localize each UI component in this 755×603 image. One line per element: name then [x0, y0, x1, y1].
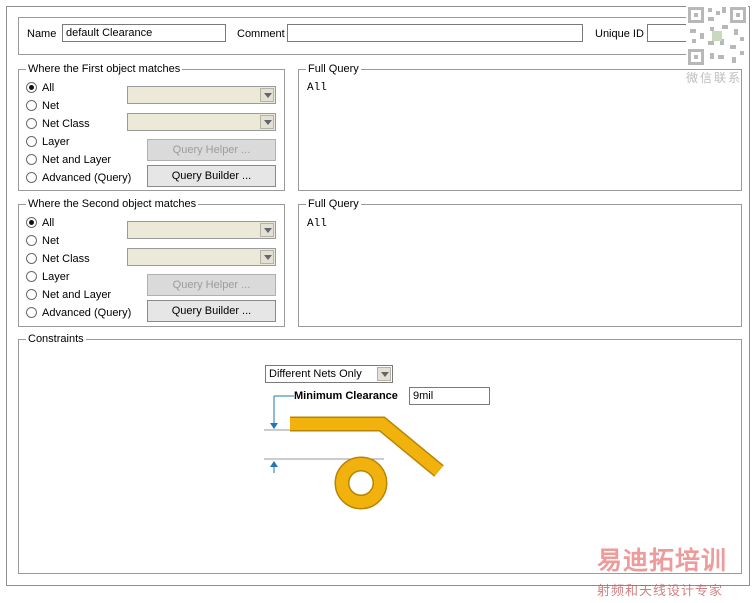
- chevron-down-icon[interactable]: [260, 115, 274, 129]
- first-option-net-and-layer[interactable]: Net and Layer: [42, 154, 111, 166]
- brand-watermark-sub: 射频和天线设计专家: [597, 584, 724, 599]
- second-radio-layer[interactable]: [26, 271, 37, 282]
- first-option-net[interactable]: Net: [42, 100, 59, 112]
- second-query-builder-button[interactable]: Query Builder ...: [147, 300, 276, 322]
- first-object-title: Where the First object matches: [26, 63, 183, 75]
- second-option-net-class[interactable]: Net Class: [42, 253, 90, 265]
- clearance-diagram: [264, 395, 444, 510]
- first-radio-net-and-layer[interactable]: [26, 154, 37, 165]
- second-radio-net[interactable]: [26, 235, 37, 246]
- second-option-layer[interactable]: Layer: [42, 271, 70, 283]
- second-query-helper-button[interactable]: Query Helper ...: [147, 274, 276, 296]
- second-full-query-text[interactable]: All: [307, 218, 327, 230]
- second-object-title: Where the Second object matches: [26, 198, 199, 210]
- net-scope-dropdown[interactable]: Different Nets Only: [265, 365, 393, 383]
- constraints-title: Constraints: [26, 333, 86, 345]
- second-net-dropdown[interactable]: [127, 221, 276, 239]
- qr-code-watermark: [686, 5, 748, 67]
- first-net-dropdown[interactable]: [127, 86, 276, 104]
- second-full-query-title: Full Query: [306, 198, 361, 210]
- comment-input[interactable]: [287, 24, 583, 42]
- dimension-arrow-up-icon: [270, 461, 278, 467]
- second-full-query-group: [298, 204, 742, 327]
- first-option-advanced[interactable]: Advanced (Query): [42, 172, 131, 184]
- first-radio-layer[interactable]: [26, 136, 37, 147]
- first-radio-net-class[interactable]: [26, 118, 37, 129]
- name-input[interactable]: [62, 24, 226, 42]
- first-option-all[interactable]: All: [42, 82, 54, 94]
- first-query-builder-button[interactable]: Query Builder ...: [147, 165, 276, 187]
- dimension-arrow-down-icon: [270, 423, 278, 429]
- second-option-net[interactable]: Net: [42, 235, 59, 247]
- second-option-net-and-layer[interactable]: Net and Layer: [42, 289, 111, 301]
- chevron-down-icon[interactable]: [260, 88, 274, 102]
- comment-label: Comment: [237, 28, 285, 40]
- second-net-class-dropdown[interactable]: [127, 248, 276, 266]
- brand-watermark-main: 易迪拓培训: [597, 546, 728, 575]
- net-scope-value: Different Nets Only: [269, 368, 362, 380]
- first-full-query-title: Full Query: [306, 63, 361, 75]
- second-radio-net-class[interactable]: [26, 253, 37, 264]
- second-radio-net-and-layer[interactable]: [26, 289, 37, 300]
- second-radio-advanced[interactable]: [26, 307, 37, 318]
- first-option-layer[interactable]: Layer: [42, 136, 70, 148]
- first-radio-net[interactable]: [26, 100, 37, 111]
- chevron-down-icon[interactable]: [377, 367, 391, 381]
- second-option-all[interactable]: All: [42, 217, 54, 229]
- first-net-class-dropdown[interactable]: [127, 113, 276, 131]
- first-full-query-text[interactable]: All: [307, 82, 327, 94]
- chevron-down-icon[interactable]: [260, 223, 274, 237]
- second-option-advanced[interactable]: Advanced (Query): [42, 307, 131, 319]
- unique-id-label: Unique ID: [595, 28, 644, 40]
- first-radio-advanced[interactable]: [26, 172, 37, 183]
- first-radio-all[interactable]: [26, 82, 37, 93]
- chevron-down-icon[interactable]: [260, 250, 274, 264]
- second-radio-all[interactable]: [26, 217, 37, 228]
- first-query-helper-button[interactable]: Query Helper ...: [147, 139, 276, 161]
- first-option-net-class[interactable]: Net Class: [42, 118, 90, 130]
- first-full-query-group: [298, 69, 742, 191]
- name-label: Name: [27, 28, 57, 40]
